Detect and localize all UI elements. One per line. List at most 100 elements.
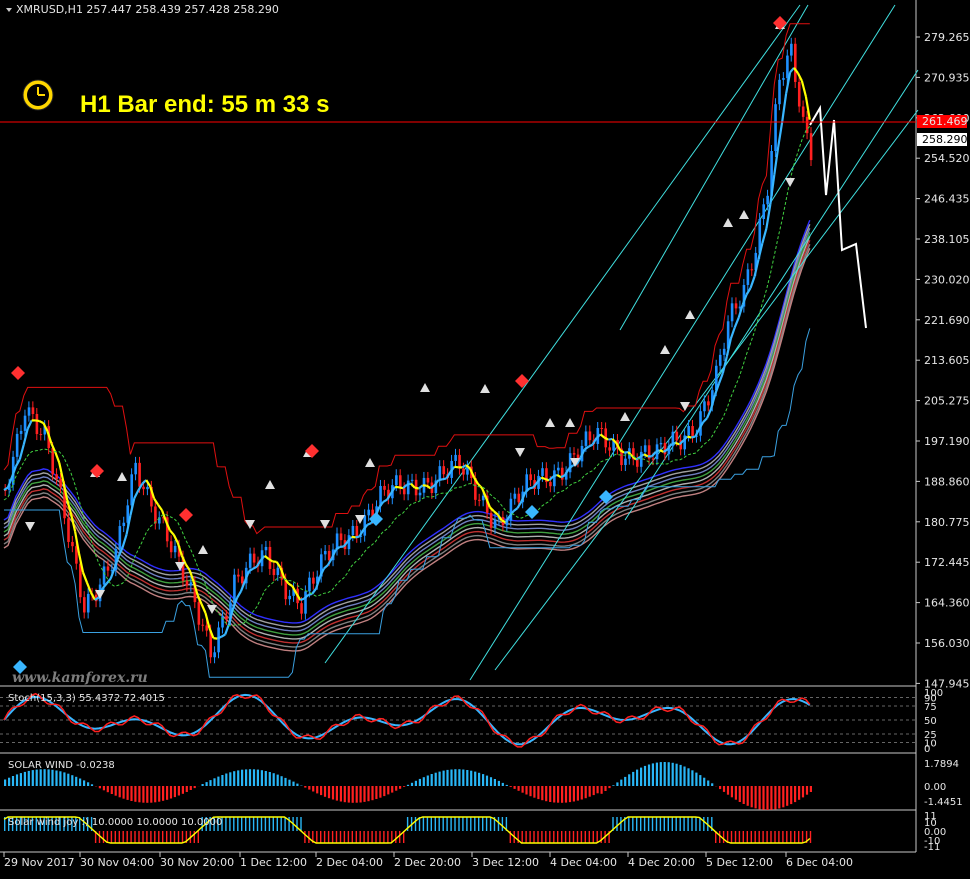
solar-wind-bar — [533, 786, 535, 798]
price-tick-label: 205.275 — [924, 395, 970, 408]
solar-wind-joy-bar — [636, 817, 637, 831]
solar-wind-joy-bar — [348, 831, 349, 843]
solar-wind-bar — [352, 786, 354, 803]
solar-wind-bar — [202, 784, 204, 786]
solar-wind-bar — [782, 786, 784, 807]
solar-wind-bar — [245, 769, 247, 786]
solar-wind-bar — [4, 780, 6, 787]
candle-body — [40, 434, 43, 435]
solar-wind-joy-bar — [470, 817, 471, 831]
price-tick-label: 172.445 — [924, 556, 970, 569]
solar-wind-bar — [478, 773, 480, 786]
solar-wind-bar — [683, 767, 685, 787]
candle-body — [751, 269, 754, 270]
solar-wind-joy-bar — [371, 831, 372, 843]
candle-body — [624, 459, 627, 465]
solar-wind-joy-bar — [743, 831, 744, 843]
solar-wind-joy-bar — [367, 831, 368, 843]
solar-wind-joy-bar — [474, 817, 475, 831]
solar-wind-joy-bar — [304, 831, 305, 843]
solar-wind-joy-bar — [691, 817, 692, 831]
solar-wind-joy-bar — [352, 831, 353, 843]
solar-wind-bar — [55, 771, 57, 787]
solar-wind-bar — [241, 770, 243, 786]
solar-wind-bar — [44, 769, 46, 786]
solar-wind-bar — [648, 765, 650, 787]
solar-wind-joy-bar — [269, 817, 270, 831]
time-tick-label: 30 Nov 04:00 — [80, 856, 154, 869]
solar-wind-bar — [229, 772, 231, 786]
smoothed-line-segment — [691, 437, 695, 438]
price-tick-label: 156.030 — [924, 637, 970, 650]
solar-wind-joy-bar — [498, 817, 499, 831]
solar-wind-bar — [522, 786, 524, 793]
solar-wind-joy-bar — [593, 831, 594, 843]
solar-wind-joy-bar — [735, 831, 736, 843]
solar-wind-joy-bar — [490, 817, 491, 831]
solar-wind-bar — [130, 786, 132, 801]
solar-wind-bar — [32, 770, 34, 786]
solar-wind-bar — [486, 776, 488, 786]
solar-wind-joy-bar — [774, 831, 775, 843]
solar-wind-joy-bar — [486, 817, 487, 831]
candle-body — [600, 428, 603, 429]
price-chart[interactable]: 279.265270.935262.600254.520246.435238.1… — [0, 0, 970, 875]
solar-wind-joy-bar — [443, 817, 444, 831]
candle-body — [55, 474, 58, 479]
candle-body — [482, 496, 485, 501]
solar-wind-bar — [656, 763, 658, 786]
solar-wind-bar — [150, 786, 152, 803]
solar-wind-bar — [691, 770, 693, 786]
solar-wind-bar — [612, 785, 614, 786]
solar-wind-joy-bar — [620, 817, 621, 831]
chart-window[interactable]: 279.265270.935262.600254.520246.435238.1… — [0, 0, 970, 875]
smoothed-line-segment — [352, 537, 356, 538]
solar-wind-joy-bar — [130, 831, 131, 843]
solar-wind-bar — [557, 786, 559, 803]
solar-wind-joy-bar — [565, 831, 566, 843]
solar-wind-joy-bar — [454, 817, 455, 831]
candle-body — [644, 445, 647, 452]
solar-wind-joy-bar — [320, 831, 321, 843]
candle-body — [691, 426, 694, 437]
solar-wind-bar — [786, 786, 788, 806]
solar-wind-bar — [221, 775, 223, 786]
solar-wind-bar — [403, 786, 405, 787]
price-tick-label: 188.860 — [924, 475, 970, 488]
solar-wind-bar — [719, 786, 721, 789]
candle-body — [241, 576, 244, 583]
time-tick-label: 4 Dec 20:00 — [628, 856, 695, 869]
smoothed-line-segment — [367, 523, 371, 525]
solar-wind-bar — [474, 772, 476, 786]
candle-body — [652, 459, 655, 460]
solar-wind-bar — [443, 771, 445, 786]
solar-wind-bar — [75, 777, 77, 786]
solar-wind-bar — [664, 762, 666, 786]
solar-wind-joy-bar — [739, 831, 740, 843]
time-tick-label: 4 Dec 04:00 — [550, 856, 617, 869]
solar-wind-joy-bar — [703, 817, 704, 831]
candle-body — [573, 453, 576, 454]
solar-wind-joy-bar — [525, 831, 526, 843]
solar-wind-bar — [798, 786, 800, 800]
solar-wind-bar — [589, 786, 591, 797]
solar-wind-bar — [577, 786, 579, 801]
solar-wind-joy-bar — [300, 817, 301, 831]
solar-wind-joy-bar — [356, 831, 357, 843]
candle-body — [356, 526, 359, 537]
solar-wind-bar — [735, 786, 737, 800]
solar-wind-bar — [423, 777, 425, 786]
candle-body — [790, 44, 793, 56]
candle-body — [265, 547, 268, 550]
solar-wind-bar — [288, 780, 290, 786]
smoothed-line-segment — [529, 487, 533, 488]
candle-body — [134, 463, 137, 474]
solar-wind-bar — [545, 786, 547, 801]
smoothed-line-segment — [300, 599, 304, 601]
candle-body — [782, 78, 785, 80]
solar-wind-bar — [743, 786, 745, 804]
solar-wind-bar — [616, 782, 618, 786]
solar-wind-bar — [466, 770, 468, 786]
candle-body — [802, 107, 805, 117]
solar-wind-bar — [142, 786, 144, 803]
